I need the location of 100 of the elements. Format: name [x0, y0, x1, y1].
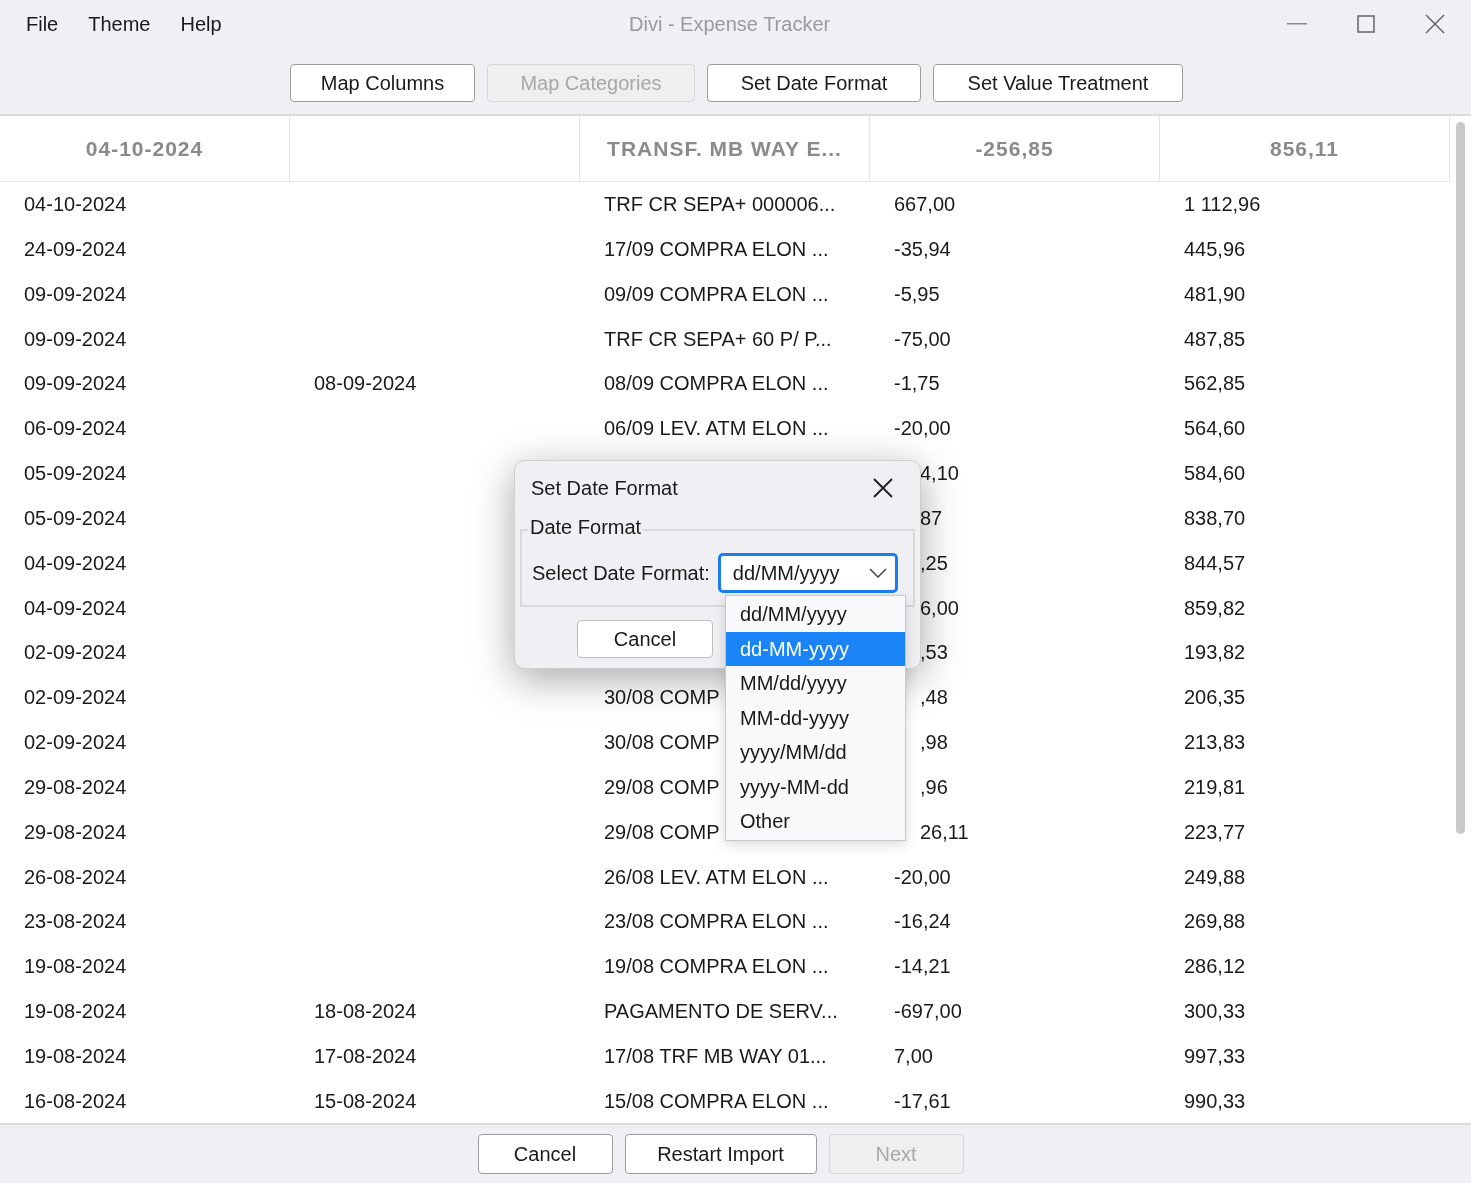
table-cell: 6,00: [920, 596, 959, 619]
cancel-button[interactable]: Cancel: [577, 620, 713, 658]
toolbar-button[interactable]: Set Value Treatment: [933, 64, 1183, 102]
table-cell: TRF CR SEPA+ 000006...: [604, 193, 836, 216]
table-cell: PAGAMENTO DE SERV...: [604, 1000, 838, 1023]
date-format-combobox[interactable]: dd/MM/yyyy: [717, 553, 898, 593]
table-cell: 06-09-2024: [24, 417, 127, 440]
table-cell: -697,00: [894, 1000, 962, 1023]
table-cell: 286,12: [1184, 955, 1246, 978]
table-cell: 487,85: [1184, 327, 1246, 350]
table-cell: 562,85: [1184, 372, 1246, 395]
table-cell: 15-08-2024: [314, 1089, 417, 1112]
table-cell: 30/08 COMP: [604, 686, 720, 709]
table-cell: 09-09-2024: [24, 327, 127, 350]
table-cell: 02-09-2024: [24, 641, 127, 664]
table-cell: 04-09-2024: [24, 551, 127, 574]
table-cell: 481,90: [1184, 282, 1246, 305]
table-cell: -75,00: [894, 327, 951, 350]
table-cell: 26,11: [920, 820, 969, 843]
menu-item[interactable]: Theme: [88, 9, 151, 39]
table-cell: 87: [920, 506, 943, 529]
table-cell: 844,57: [1184, 551, 1246, 574]
table-cell: 667,00: [894, 193, 956, 216]
dropdown-option[interactable]: yyyy-MM-dd: [726, 769, 905, 804]
table-cell: 838,70: [1184, 506, 1246, 529]
table-cell: TRF CR SEPA+ 60 P/ P...: [604, 327, 832, 350]
table-cell: 23-08-2024: [24, 910, 127, 933]
table-cell: 7,00: [894, 1044, 933, 1067]
dropdown-option[interactable]: yyyy/MM/dd: [726, 735, 905, 770]
toolbar-button[interactable]: Set Date Format: [707, 64, 921, 102]
table-cell: 18-08-2024: [314, 1000, 417, 1023]
table-cell: 29/08 COMP: [604, 820, 720, 843]
dropdown-option[interactable]: MM/dd/yyyy: [726, 666, 905, 701]
table-cell: 29-08-2024: [24, 820, 127, 843]
table-cell: 19-08-2024: [24, 1044, 127, 1067]
table-cell: ,25: [920, 551, 948, 574]
table-cell: 213,83: [1184, 731, 1246, 754]
table-cell: 445,96: [1184, 238, 1246, 260]
table-cell: 17-08-2024: [314, 1044, 417, 1067]
table-cell: 4,10: [920, 462, 959, 485]
table-cell: -35,94: [894, 238, 951, 260]
maximize-icon[interactable]: [1357, 15, 1375, 33]
table-cell: 219,81: [1184, 775, 1246, 798]
window-title: Divi - Expense Tracker: [629, 12, 831, 37]
table-cell: -16,24: [894, 910, 951, 933]
table-cell: 08-09-2024: [314, 372, 417, 395]
table-cell: 05-09-2024: [24, 506, 127, 529]
table-cell: 859,82: [1184, 596, 1246, 619]
table-cell: 990,33: [1184, 1089, 1246, 1112]
table-cell: 300,33: [1184, 1000, 1246, 1023]
table-cell: 23/08 COMPRA ELON ...: [604, 910, 829, 933]
dropdown-option[interactable]: dd-MM-yyyy: [726, 631, 905, 666]
table-cell: ,53: [920, 641, 948, 664]
table-cell: 206,35: [1184, 686, 1246, 709]
table-cell: 09/09 COMPRA ELON ...: [604, 282, 829, 305]
table-cell: 08/09 COMPRA ELON ...: [604, 372, 829, 395]
table-cell: 04-10-2024: [24, 193, 127, 216]
table-cell: 05-09-2024: [24, 462, 127, 485]
table-cell: -5,95: [894, 282, 940, 305]
table-cell: 30/08 COMP: [604, 731, 720, 754]
table-cell: ,96: [920, 775, 948, 798]
table-cell: 15/08 COMPRA ELON ...: [604, 1089, 829, 1112]
dropdown-option[interactable]: dd/MM/yyyy: [726, 597, 905, 632]
table-cell: -20,00: [894, 417, 951, 440]
table-cell: 29/08 COMP: [604, 775, 720, 798]
table-cell: 564,60: [1184, 417, 1246, 440]
table-cell: 26/08 LEV. ATM ELON ...: [604, 865, 829, 888]
table-cell: 584,60: [1184, 462, 1246, 485]
table-cell: 193,82: [1184, 641, 1246, 664]
table-cell: 24-09-2024: [24, 238, 127, 260]
table-cell: 06/09 LEV. ATM ELON ...: [604, 417, 829, 440]
toolbar-button[interactable]: Map Columns: [290, 64, 475, 102]
table-cell: 09-09-2024: [24, 282, 127, 305]
menu-item[interactable]: File: [26, 9, 59, 39]
table-cell: 16-08-2024: [24, 1089, 127, 1112]
menu-item[interactable]: Help: [180, 9, 222, 39]
footer-button[interactable]: Cancel: [477, 1134, 613, 1174]
table-cell: 223,77: [1184, 820, 1246, 843]
table-cell: 02-09-2024: [24, 731, 127, 754]
dialog-title: Set Date Format: [531, 476, 678, 501]
scrollbar[interactable]: [1456, 122, 1465, 834]
table-cell: -17,61: [894, 1089, 951, 1112]
close-icon[interactable]: [873, 478, 893, 498]
table-cell: ,48: [920, 686, 948, 709]
table-cell: 02-09-2024: [24, 686, 127, 709]
table-cell: 04-09-2024: [24, 596, 127, 619]
chevron-down-icon: [868, 568, 887, 578]
field-label: Select Date Format:: [532, 561, 710, 586]
table-cell: 1 112,96: [1184, 193, 1261, 216]
dropdown-option[interactable]: MM-dd-yyyy: [726, 700, 905, 735]
table-cell: 17/09 COMPRA ELON ...: [604, 238, 829, 260]
minimize-icon[interactable]: [1287, 23, 1307, 25]
footer-button[interactable]: Restart Import: [624, 1134, 817, 1174]
table-cell: 19/08 COMPRA ELON ...: [604, 955, 829, 978]
table-cell: 26-08-2024: [24, 865, 127, 888]
table-cell: 19-08-2024: [24, 1000, 127, 1023]
table-cell: 269,88: [1184, 910, 1246, 933]
dropdown-option[interactable]: Other: [726, 804, 905, 839]
table-cell: -20,00: [894, 865, 951, 888]
table-cell: 29-08-2024: [24, 775, 127, 798]
